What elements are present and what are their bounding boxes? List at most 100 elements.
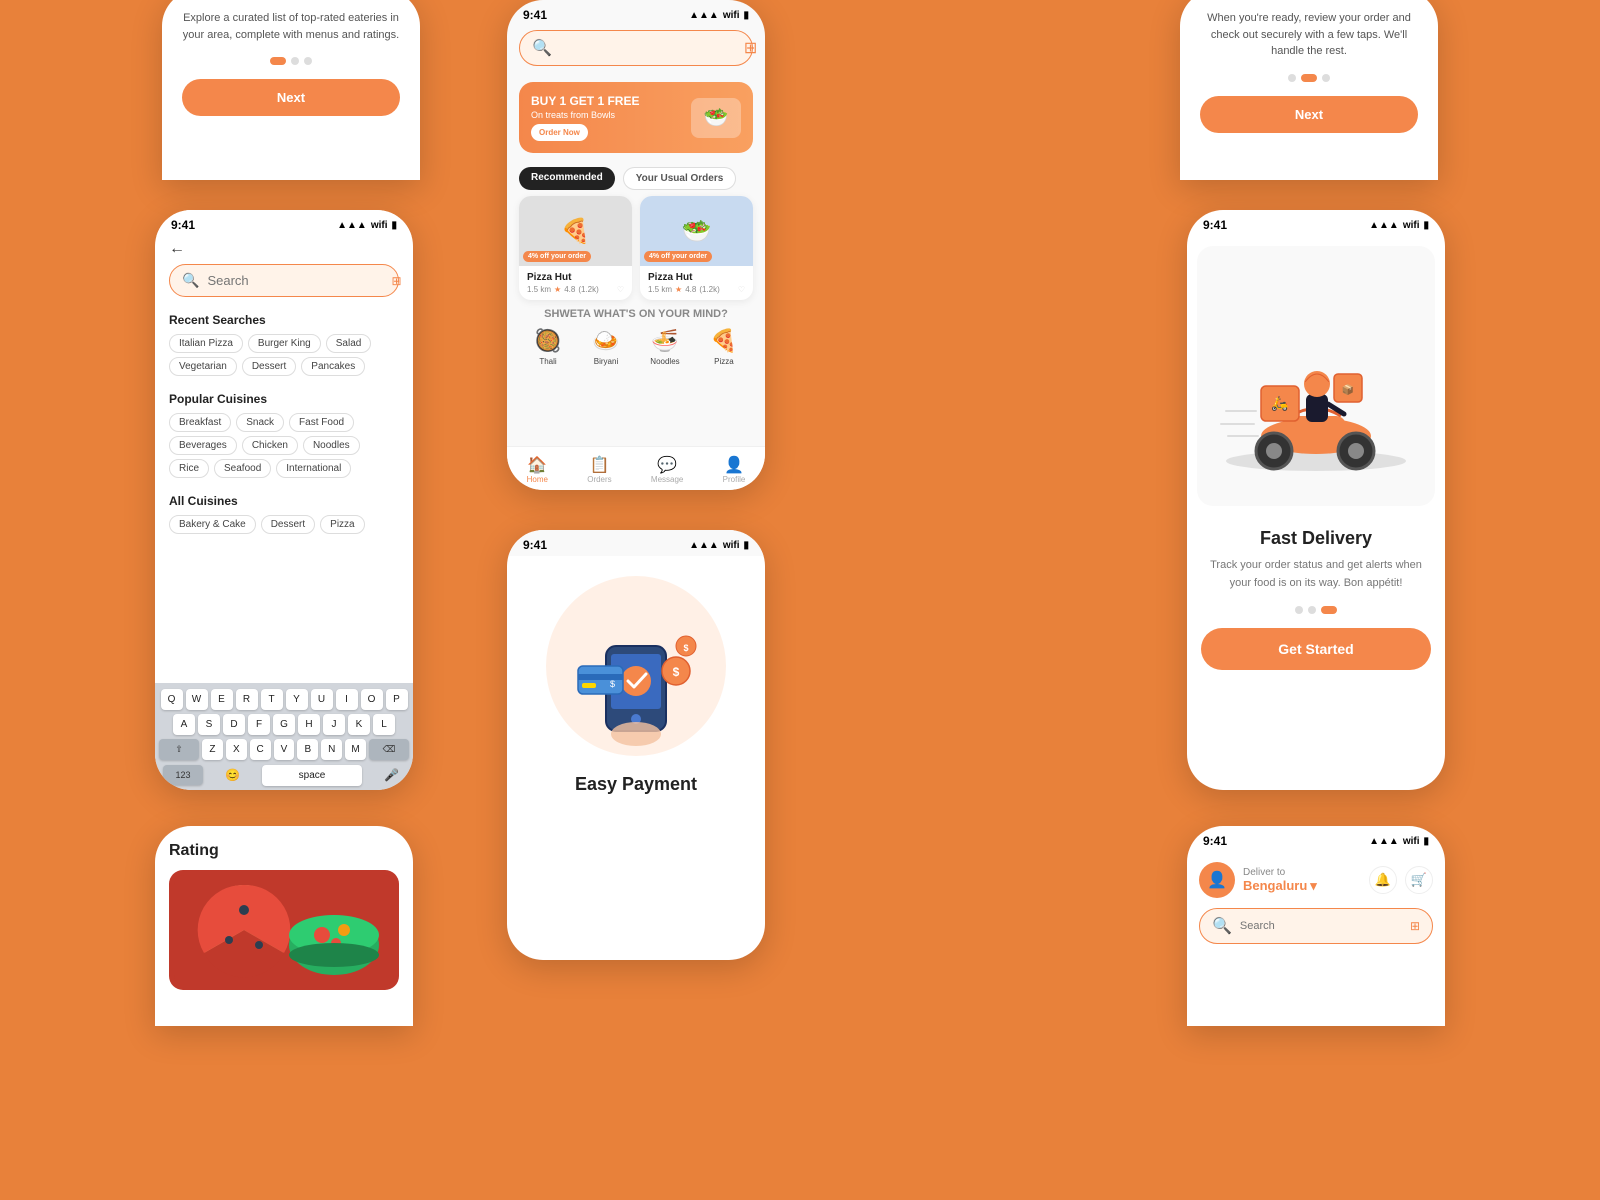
phone-onboard-left: Explore a curated list of top-rated eate… — [162, 0, 420, 180]
phone-onboard-right: When you're ready, review your order and… — [1180, 0, 1438, 180]
key-z[interactable]: Z — [202, 739, 223, 760]
key-backspace[interactable]: ⌫ — [369, 739, 409, 760]
key-123[interactable]: 123 — [163, 765, 203, 785]
key-h[interactable]: H — [298, 714, 320, 735]
key-m[interactable]: M — [345, 739, 366, 760]
notification-icon[interactable]: 🔔 — [1369, 866, 1397, 894]
key-o[interactable]: O — [361, 689, 383, 710]
key-y[interactable]: Y — [286, 689, 308, 710]
key-s[interactable]: S — [198, 714, 220, 735]
food-item-noodles[interactable]: 🍜 Noodles — [650, 328, 679, 366]
key-space[interactable]: space — [262, 765, 362, 786]
key-b[interactable]: B — [297, 739, 318, 760]
status-icons-delivery: ▲▲▲ wifi ▮ — [1369, 220, 1429, 231]
tag-rice[interactable]: Rice — [169, 459, 209, 478]
key-r[interactable]: R — [236, 689, 258, 710]
key-p[interactable]: P — [386, 689, 408, 710]
nav-home[interactable]: 🏠 Home — [527, 455, 548, 484]
address-action-icons: 🔔 🛒 — [1369, 866, 1433, 894]
rest-distance-2: 1.5 km — [648, 285, 672, 294]
key-v[interactable]: V — [274, 739, 295, 760]
tag-dessert[interactable]: Dessert — [242, 357, 296, 376]
tag-pancakes[interactable]: Pancakes — [301, 357, 365, 376]
address-content: 👤 Deliver to Bengaluru ▾ 🔔 🛒 🔍 ⊞ — [1187, 852, 1445, 954]
rating-title: Rating — [169, 842, 399, 860]
promo-banner[interactable]: BUY 1 GET 1 FREE On treats from Bowls Or… — [519, 82, 753, 153]
tag-bakery-cake[interactable]: Bakery & Cake — [169, 515, 256, 534]
key-x[interactable]: X — [226, 739, 247, 760]
tag-beverages[interactable]: Beverages — [169, 436, 237, 455]
message-nav-icon: 💬 — [651, 455, 683, 475]
food-item-thali[interactable]: 🥘 Thali — [534, 328, 561, 366]
tab-recommended[interactable]: Recommended — [519, 167, 615, 190]
tag-dessert-all[interactable]: Dessert — [261, 515, 315, 534]
heart-icon-1[interactable]: ♡ — [617, 285, 624, 294]
nav-orders[interactable]: 📋 Orders — [587, 455, 611, 484]
restaurant-card-2[interactable]: 🥗 4% off your order Pizza Hut 1.5 km ★ 4… — [640, 196, 753, 300]
tag-seafood[interactable]: Seafood — [214, 459, 271, 478]
phone-rating: Rating — [155, 826, 413, 1026]
tag-snack[interactable]: Snack — [236, 413, 284, 432]
key-t[interactable]: T — [261, 689, 283, 710]
key-d[interactable]: D — [223, 714, 245, 735]
search-input[interactable] — [207, 273, 383, 288]
tag-noodles[interactable]: Noodles — [303, 436, 360, 455]
tag-italian-pizza[interactable]: Italian Pizza — [169, 334, 243, 353]
food-item-biryani[interactable]: 🍛 Biryani — [592, 328, 619, 366]
key-e[interactable]: E — [211, 689, 233, 710]
promo-image: 🥗 — [691, 98, 741, 138]
back-button[interactable]: ← — [169, 240, 399, 258]
home-search-input[interactable] — [560, 41, 736, 56]
restaurant-card-1[interactable]: 🍕 4% off your order Pizza Hut 1.5 km ★ 4… — [519, 196, 632, 300]
tab-usual-orders[interactable]: Your Usual Orders — [623, 167, 737, 190]
address-search-bar[interactable]: 🔍 ⊞ — [1199, 908, 1433, 944]
tag-chicken[interactable]: Chicken — [242, 436, 298, 455]
tag-salad[interactable]: Salad — [326, 334, 372, 353]
emoji-key[interactable]: 😊 — [219, 764, 246, 786]
key-l[interactable]: L — [373, 714, 395, 735]
get-started-button[interactable]: Get Started — [1201, 628, 1431, 670]
search-bar-icon: 🔍 — [182, 272, 199, 289]
home-search-bar[interactable]: 🔍 ⊞ — [519, 30, 753, 66]
delivery-dots — [1187, 606, 1445, 614]
search-bar[interactable]: 🔍 ⊞ — [169, 264, 399, 297]
key-g[interactable]: G — [273, 714, 295, 735]
biryani-icon: 🍛 — [592, 328, 619, 354]
next-button-left[interactable]: Next — [182, 79, 400, 116]
tag-international[interactable]: International — [276, 459, 351, 478]
mic-key[interactable]: 🎤 — [378, 764, 405, 786]
battery-icon-p: ▮ — [743, 540, 749, 551]
heart-icon-2[interactable]: ♡ — [738, 285, 745, 294]
tag-breakfast[interactable]: Breakfast — [169, 413, 231, 432]
popular-tags-row-3: Rice Seafood International — [169, 459, 399, 478]
key-w[interactable]: W — [186, 689, 208, 710]
tag-fast-food[interactable]: Fast Food — [289, 413, 354, 432]
key-f[interactable]: F — [248, 714, 270, 735]
key-u[interactable]: U — [311, 689, 333, 710]
food-item-pizza[interactable]: 🍕 Pizza — [710, 328, 737, 366]
payment-illustration: $ $ $ — [546, 576, 726, 756]
order-now-button[interactable]: Order Now — [531, 124, 588, 141]
key-j[interactable]: J — [323, 714, 345, 735]
key-n[interactable]: N — [321, 739, 342, 760]
address-search-input[interactable] — [1240, 920, 1402, 932]
phone-delivery: 9:41 ▲▲▲ wifi ▮ 🛵 — [1187, 210, 1445, 790]
tag-vegetarian[interactable]: Vegetarian — [169, 357, 237, 376]
next-button-right[interactable]: Next — [1200, 96, 1418, 133]
signal-icon: ▲▲▲ — [689, 10, 719, 21]
key-c[interactable]: C — [250, 739, 271, 760]
cart-icon[interactable]: 🛒 — [1405, 866, 1433, 894]
tag-burger-king[interactable]: Burger King — [248, 334, 321, 353]
delivery-desc: Track your order status and get alerts w… — [1205, 557, 1427, 592]
key-shift[interactable]: ⇧ — [159, 739, 199, 760]
key-k[interactable]: K — [348, 714, 370, 735]
tag-pizza-all[interactable]: Pizza — [320, 515, 364, 534]
key-q[interactable]: Q — [161, 689, 183, 710]
key-i[interactable]: I — [336, 689, 358, 710]
nav-profile[interactable]: 👤 Profile — [723, 455, 746, 484]
shweta-section: SHWETA WHAT'S ON YOUR MIND? 🥘 Thali 🍛 Bi… — [507, 300, 765, 370]
key-a[interactable]: A — [173, 714, 195, 735]
chevron-down-icon[interactable]: ▾ — [1310, 878, 1317, 894]
nav-message[interactable]: 💬 Message — [651, 455, 683, 484]
orders-nav-icon: 📋 — [587, 455, 611, 475]
